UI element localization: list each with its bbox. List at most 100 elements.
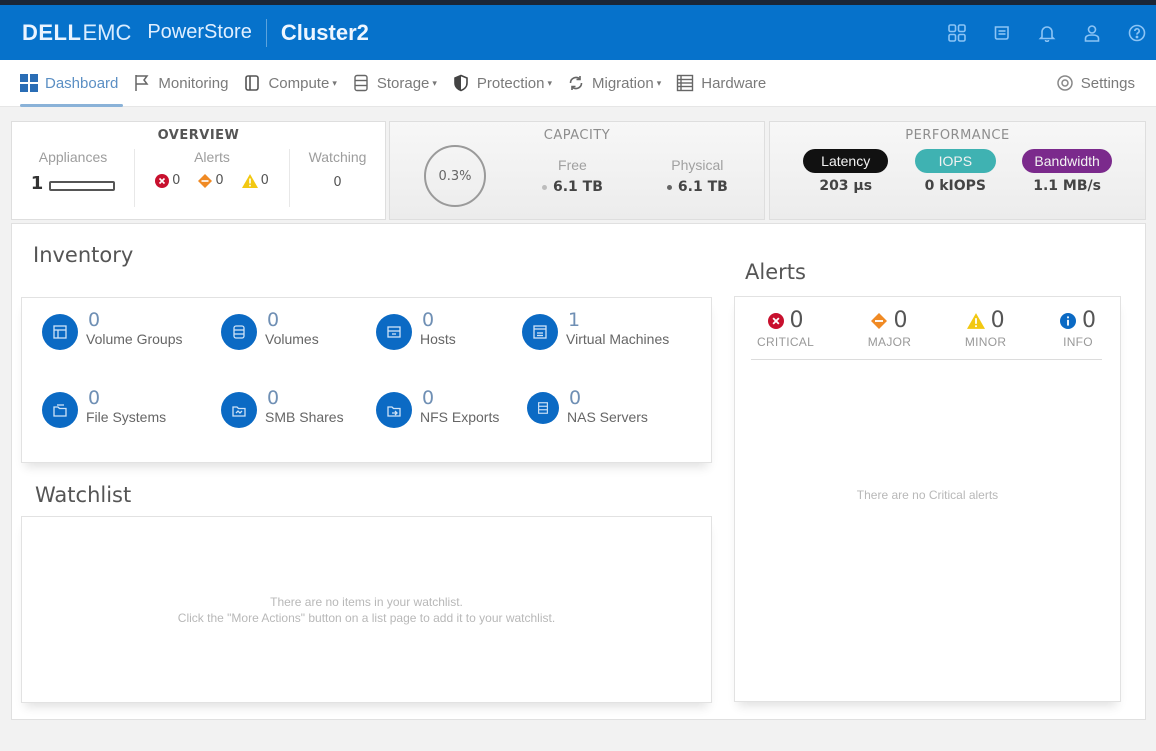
minor-icon	[241, 173, 258, 188]
chevron-down-icon: ▾	[656, 77, 662, 88]
inventory-volumes[interactable]: 0 Volumes	[221, 310, 319, 350]
nav-hardware-label: Hardware	[701, 74, 767, 92]
nav-migration-label: Migration	[592, 74, 654, 92]
nas-server-icon	[527, 392, 559, 424]
nav-dashboard-label: Dashboard	[45, 74, 119, 92]
minor-count: 0	[990, 308, 1005, 333]
main-nav: Dashboard Monitoring Compute ▾ Storage ▾…	[0, 60, 1156, 107]
inventory-nfs-exports[interactable]: 0 NFS Exports	[376, 388, 499, 428]
chevron-down-icon: ▾	[432, 77, 437, 88]
watching-summary[interactable]: Watching 0	[290, 149, 385, 207]
appliances-summary[interactable]: Appliances 1	[12, 149, 134, 207]
critical-icon	[767, 313, 784, 329]
inventory-count: 0	[422, 387, 435, 409]
inventory-label: Volumes	[265, 331, 319, 347]
inventory-count: 0	[267, 387, 280, 409]
emc-logo: EMC	[82, 19, 132, 45]
nav-monitoring[interactable]: Monitoring	[125, 60, 235, 107]
alert-info[interactable]: 0 INFO	[1060, 309, 1096, 349]
major-icon	[198, 173, 213, 188]
inventory-label: Volume Groups	[86, 331, 183, 347]
inventory-volume-groups[interactable]: 0 Volume Groups	[42, 310, 183, 350]
help-icon[interactable]	[1124, 20, 1150, 46]
storage-icon	[351, 73, 371, 93]
alert-critical[interactable]: 0 CRITICAL	[757, 308, 815, 350]
inventory-count: 0	[88, 309, 101, 331]
nav-migration[interactable]: Migration ▾	[559, 60, 668, 107]
header-divider	[265, 18, 267, 47]
capacity-card[interactable]: CAPACITY 0.3% Free 6.1 TB Physical 6.1 T…	[389, 121, 765, 220]
app-header: DELL EMC PowerStore Cluster2	[0, 5, 1156, 60]
dashboard-icon	[19, 73, 39, 93]
minor-label: MINOR	[964, 335, 1007, 349]
capacity-used-percent: 0.3%	[438, 168, 472, 184]
appliances-label: Appliances	[38, 149, 108, 165]
inventory-count: 0	[422, 309, 435, 331]
critical-icon	[155, 173, 170, 188]
header-actions	[944, 20, 1150, 46]
critical-alert-count: 0	[155, 173, 180, 188]
capacity-gauge: 0.3%	[424, 145, 486, 207]
watchlist-empty-line2: Click the "More Actions" button on a lis…	[177, 610, 556, 625]
jobs-icon[interactable]	[989, 20, 1015, 46]
info-label: INFO	[1063, 335, 1093, 349]
inventory-count: 1	[568, 309, 581, 331]
nav-settings-label: Settings	[1080, 74, 1135, 92]
iops-pill[interactable]: IOPS	[914, 149, 997, 173]
inventory-nas-servers[interactable]: 0 NAS Servers	[527, 388, 648, 426]
bandwidth-pill[interactable]: Bandwidth	[1022, 149, 1112, 173]
inventory-smb-shares[interactable]: 0 SMB Shares	[221, 388, 344, 428]
nav-settings[interactable]: Settings	[1048, 60, 1142, 107]
inventory-card: 0 Volume Groups 0 Volumes 0 Hosts 1 Virtual …	[21, 297, 712, 463]
cluster-name[interactable]: Cluster2	[281, 20, 369, 46]
performance-title: PERFORMANCE	[905, 128, 1010, 143]
inventory-hosts[interactable]: 0 Hosts	[376, 310, 456, 350]
alerts-label: Alerts	[194, 149, 230, 165]
nav-dashboard[interactable]: Dashboard	[12, 60, 125, 107]
nfs-export-icon	[376, 392, 412, 428]
host-icon	[376, 314, 412, 350]
inventory-count: 0	[88, 387, 101, 409]
user-icon[interactable]	[1079, 20, 1105, 46]
latency-value: 203 µs	[819, 178, 873, 194]
alert-major[interactable]: 0 MAJOR	[868, 309, 912, 350]
watching-count: 0	[333, 175, 342, 190]
alerts-divider	[751, 359, 1102, 360]
compute-icon	[242, 73, 262, 93]
nav-compute[interactable]: Compute ▾	[235, 60, 343, 107]
nav-protection[interactable]: Protection ▾	[444, 60, 559, 107]
nav-storage[interactable]: Storage ▾	[344, 60, 444, 107]
file-system-icon	[42, 392, 78, 428]
watchlist-card: There are no items in your watchlist. Cl…	[21, 516, 712, 703]
notifications-bell-icon[interactable]	[1034, 20, 1060, 46]
overview-card[interactable]: OVERVIEW Appliances 1 Alerts 0 0 0 Watch…	[11, 121, 386, 220]
virtual-machine-icon	[522, 314, 558, 350]
watchlist-title: Watchlist	[35, 483, 132, 507]
major-alert-count: 0	[198, 173, 224, 188]
alert-minor[interactable]: 0 MINOR	[964, 308, 1007, 350]
physical-label: Physical	[671, 157, 724, 173]
inventory-label: SMB Shares	[265, 409, 344, 425]
dell-logo: DELL	[22, 19, 82, 45]
iops-value: 0 kIOPS	[924, 178, 986, 194]
latency-pill[interactable]: Latency	[803, 149, 889, 173]
inventory-file-systems[interactable]: 0 File Systems	[42, 388, 166, 428]
info-icon	[1060, 313, 1076, 329]
apps-grid-icon[interactable]	[944, 20, 970, 46]
major-icon	[871, 313, 888, 329]
appliance-icon	[49, 180, 116, 191]
free-label: Free	[558, 157, 587, 173]
inventory-virtual-machines[interactable]: 1 Virtual Machines	[522, 310, 669, 350]
critical-label: CRITICAL	[757, 335, 815, 349]
watching-label: Watching	[308, 149, 367, 165]
alerts-card: 0 CRITICAL 0 MAJOR 0 MINOR 0 INFO There …	[734, 296, 1121, 702]
critical-count: 0	[789, 308, 804, 333]
dashboard-main-panel: Inventory 0 Volume Groups 0 Volumes 0 Hosts…	[11, 223, 1146, 720]
chevron-down-icon: ▾	[332, 77, 337, 88]
inventory-title: Inventory	[33, 243, 134, 267]
volume-group-icon	[42, 314, 78, 350]
nav-hardware[interactable]: Hardware	[668, 60, 773, 107]
alerts-summary[interactable]: Alerts 0 0 0	[134, 149, 290, 207]
performance-card[interactable]: PERFORMANCE Latency 203 µs IOPS 0 kIOPS …	[769, 121, 1146, 220]
physical-value: 6.1 TB	[677, 179, 728, 195]
